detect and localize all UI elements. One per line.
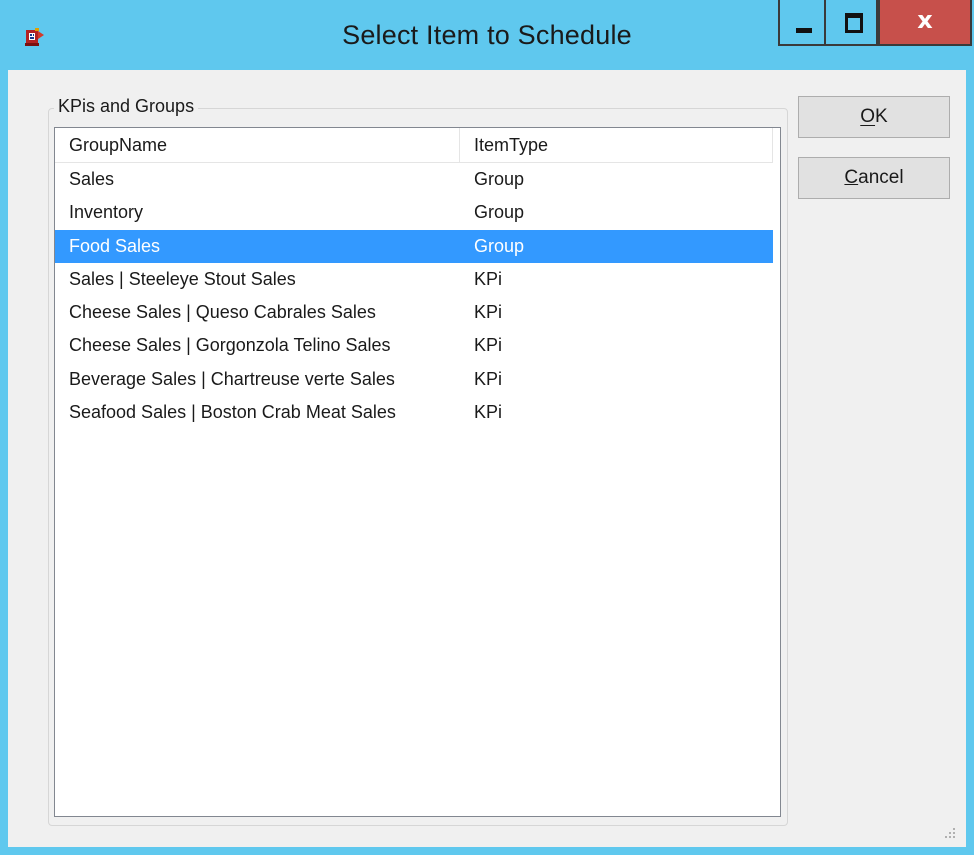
cancel-button-label: Cancel xyxy=(844,167,904,188)
close-button[interactable]: x xyxy=(878,0,972,46)
list-item[interactable]: Cheese Sales | Gorgonzola Telino Sales KP… xyxy=(55,329,773,362)
list-item[interactable]: Cheese Sales | Queso Cabrales Sales KPi xyxy=(55,296,773,329)
list-item-itemtype: Group xyxy=(474,235,525,256)
dialog-client-area: KPis and Groups GroupName ItemType Sales… xyxy=(8,70,966,847)
list-item-itemtype: KPi xyxy=(474,268,503,289)
list-item[interactable]: Food Sales Group xyxy=(55,229,773,263)
list-item-itemtype: KPi xyxy=(474,368,503,389)
minimize-button[interactable] xyxy=(778,0,826,46)
list-item-groupname: Inventory xyxy=(69,202,144,223)
ok-button[interactable]: OK xyxy=(798,96,950,138)
list-item[interactable]: Sales Group xyxy=(55,163,773,196)
cancel-button[interactable]: Cancel xyxy=(798,157,950,199)
list-item-groupname: Sales xyxy=(69,169,115,189)
dialog-window: Select Item to Schedule x KPis and Group… xyxy=(0,0,974,855)
column-header-groupname[interactable]: GroupName xyxy=(55,128,460,162)
list-item-itemtype: KPi xyxy=(474,402,503,423)
list-item[interactable]: Inventory Group xyxy=(55,196,773,229)
minimize-icon xyxy=(796,28,812,33)
list-item-itemtype: Group xyxy=(474,202,525,223)
close-icon: x xyxy=(917,6,933,34)
list-body: Sales Group Inventory Group Food Sales Group S… xyxy=(55,163,780,429)
groupbox-label: KPis and Groups xyxy=(54,96,199,117)
list-item[interactable]: Beverage Sales | Chartreuse verte Sales K… xyxy=(55,363,773,396)
list-item-groupname: Seafood Sales | Boston Crab Meat Sales xyxy=(69,402,396,423)
list-header: GroupName ItemType xyxy=(55,128,773,163)
list-item-itemtype: KPi xyxy=(474,335,503,356)
list-item-itemtype: KPi xyxy=(474,302,503,323)
list-item-itemtype: Group xyxy=(474,169,525,189)
list-item-groupname: Beverage Sales | Chartreuse verte Sales xyxy=(69,368,395,389)
maximize-icon xyxy=(845,13,863,33)
list-item-groupname: Sales | Steeleye Stout Sales xyxy=(69,268,296,289)
title-bar[interactable]: Select Item to Schedule x xyxy=(0,0,974,70)
list-item-groupname: Food Sales xyxy=(69,235,161,256)
resize-grip-icon[interactable] xyxy=(942,825,956,839)
list-item-groupname: Cheese Sales | Queso Cabrales Sales xyxy=(69,302,376,323)
items-list[interactable]: GroupName ItemType Sales Group Inventory Gr… xyxy=(54,127,781,817)
list-item[interactable]: Sales | Steeleye Stout Sales KPi xyxy=(55,263,773,296)
list-item[interactable]: Seafood Sales | Boston Crab Meat Sales KP… xyxy=(55,396,773,429)
list-item-groupname: Cheese Sales | Gorgonzola Telino Sales xyxy=(69,335,391,356)
ok-button-label: OK xyxy=(860,106,888,127)
column-header-itemtype[interactable]: ItemType xyxy=(460,128,773,162)
maximize-button[interactable] xyxy=(824,0,878,46)
